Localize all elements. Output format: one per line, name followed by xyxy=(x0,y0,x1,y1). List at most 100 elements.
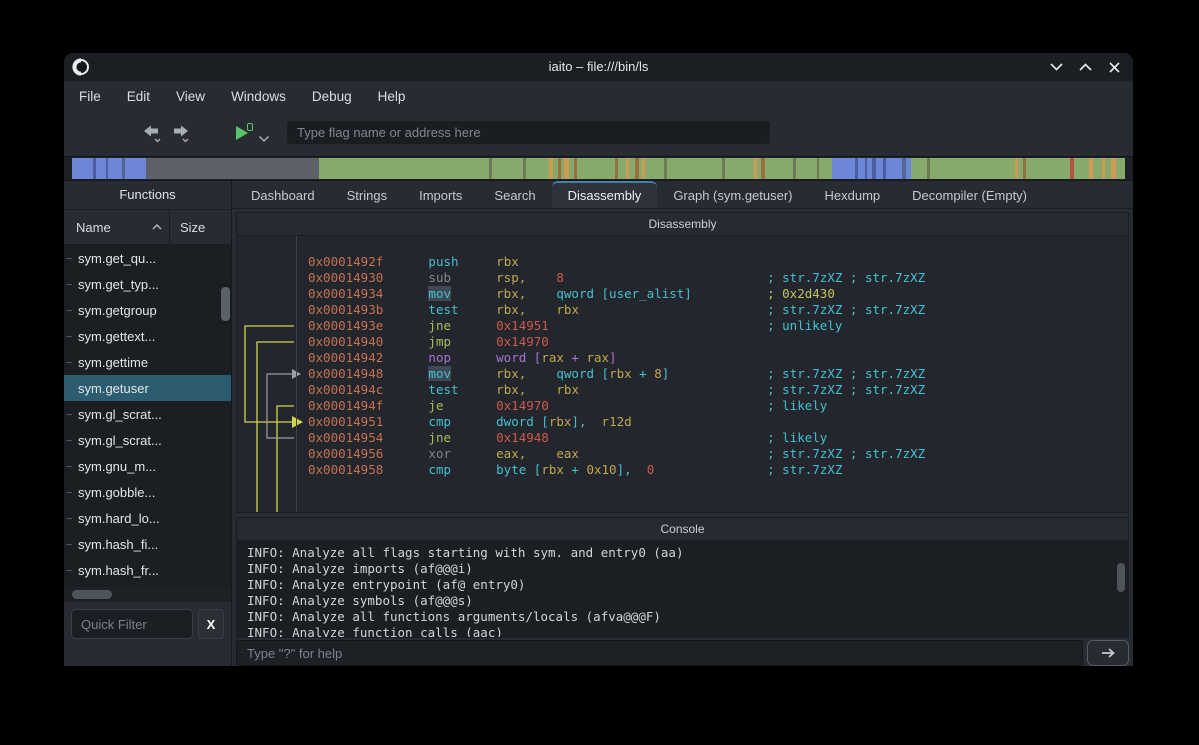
tab-imports[interactable]: Imports xyxy=(403,184,478,208)
disasm-row[interactable]: 0x0001494f je 0x14970 ; likely xyxy=(308,398,925,414)
memory-segment xyxy=(125,158,146,179)
memory-segment xyxy=(765,158,792,179)
function-label: sym.getgroup xyxy=(78,303,157,318)
disasm-row[interactable]: 0x0001493e jne 0x14951 ; unlikely xyxy=(308,318,925,334)
sort-ascending-icon xyxy=(152,224,162,230)
console-command-input[interactable] xyxy=(236,640,1083,666)
tab-graph-sym-getuser[interactable]: Graph (sym.getuser) xyxy=(657,184,808,208)
tab-disassembly[interactable]: Disassembly xyxy=(552,181,658,208)
disasm-row[interactable]: 0x00014930 sub rsp, 8 ; str.7zXZ ; str.7… xyxy=(308,270,925,286)
console-line: INFO: Analyze imports (af@@@i) xyxy=(247,561,1128,577)
disassembly-code: 0x0001492f push rbx0x00014930 sub rsp, 8… xyxy=(308,254,925,478)
function-label: sym.gobble... xyxy=(78,485,155,500)
quick-filter-input[interactable] xyxy=(71,609,193,639)
functions-column-header: Name Size xyxy=(64,210,231,245)
disasm-row[interactable]: 0x0001492f push rbx xyxy=(308,254,925,270)
memory-segment xyxy=(1093,158,1101,179)
scrollbar-thumb[interactable] xyxy=(72,590,112,599)
debug-start-button[interactable] xyxy=(234,124,254,142)
memory-segment xyxy=(667,158,722,179)
function-label: sym.gl_scrat... xyxy=(78,407,162,422)
jump-arrowhead xyxy=(292,416,303,428)
function-item-sym-hash-fi[interactable]: sym.hash_fi... xyxy=(64,531,231,557)
function-item-sym-gl-scrat[interactable]: sym.gl_scrat... xyxy=(64,401,231,427)
disassembly-dock-title: Disassembly xyxy=(648,217,716,231)
clear-filter-button[interactable]: X xyxy=(198,609,224,639)
debug-dropdown-button[interactable] xyxy=(258,130,270,148)
menu-item-file[interactable]: File xyxy=(66,85,114,108)
memory-segment xyxy=(526,158,549,179)
menu-item-view[interactable]: View xyxy=(163,85,218,108)
console-dock-title: Console xyxy=(660,522,704,536)
disasm-row[interactable]: 0x00014954 jne 0x14948 ; likely xyxy=(308,430,925,446)
function-item-sym-gl-scrat[interactable]: sym.gl_scrat... xyxy=(64,427,231,453)
console-output: INFO: Analyze all flags starting with sy… xyxy=(237,540,1128,637)
functions-panel: Functions Name Size sym.get_qu...sym.get… xyxy=(64,181,232,666)
arrow-right-icon xyxy=(1100,647,1116,659)
tab-search[interactable]: Search xyxy=(478,184,551,208)
tab-dashboard[interactable]: Dashboard xyxy=(235,184,331,208)
function-label: sym.getuser xyxy=(78,381,149,396)
memory-segment xyxy=(618,158,626,179)
title-bar[interactable]: iaito – file:///bin/ls xyxy=(64,53,1133,81)
column-header-name[interactable]: Name xyxy=(64,210,170,244)
disasm-row[interactable]: 0x0001493b test rbx, rbx ; str.7zXZ ; st… xyxy=(308,302,925,318)
function-item-sym-get-typ[interactable]: sym.get_typ... xyxy=(64,271,231,297)
minimize-button[interactable] xyxy=(1049,60,1063,74)
memory-segment xyxy=(1074,158,1090,179)
address-search-input[interactable] xyxy=(287,121,770,144)
disassembly-dock-header[interactable]: Disassembly xyxy=(237,213,1128,235)
functions-horizontal-scrollbar[interactable] xyxy=(64,587,231,602)
memory-segment xyxy=(319,158,490,179)
console-input-row xyxy=(236,640,1129,666)
memory-segment xyxy=(1026,158,1070,179)
disasm-row[interactable]: 0x00014958 cmp byte [rbx + 0x10], 0 ; st… xyxy=(308,462,925,478)
menu-item-edit[interactable]: Edit xyxy=(114,85,163,108)
tab-hexdump[interactable]: Hexdump xyxy=(809,184,897,208)
console-line: INFO: Analyze all functions arguments/lo… xyxy=(247,609,1128,625)
function-label: sym.gnu_m... xyxy=(78,459,156,474)
disasm-row[interactable]: 0x00014956 xor eax, eax ; str.7zXZ ; str… xyxy=(308,446,925,462)
console-dock-header[interactable]: Console xyxy=(237,518,1128,540)
execute-command-button[interactable] xyxy=(1087,640,1129,666)
disasm-row[interactable]: 0x00014940 jmp 0x14970 xyxy=(308,334,925,350)
function-item-sym-getuser[interactable]: sym.getuser xyxy=(64,375,231,401)
function-item-sym-gettime[interactable]: sym.gettime xyxy=(64,349,231,375)
function-item-sym-gnu-m[interactable]: sym.gnu_m... xyxy=(64,453,231,479)
menu-item-windows[interactable]: Windows xyxy=(218,85,299,108)
function-item-sym-get-qu[interactable]: sym.get_qu... xyxy=(64,245,231,271)
memory-segment xyxy=(886,158,902,179)
disassembly-view[interactable]: 0x0001492f push rbx0x00014930 sub rsp, 8… xyxy=(237,235,1128,512)
functions-panel-title: Functions xyxy=(64,181,231,210)
function-item-sym-hash-fr[interactable]: sym.hash_fr... xyxy=(64,557,231,583)
maximize-button[interactable] xyxy=(1078,60,1092,74)
memory-map-bar[interactable] xyxy=(72,158,1125,179)
back-button[interactable] xyxy=(142,124,164,144)
disasm-row[interactable]: 0x00014942 nop word [rax + rax] xyxy=(308,350,925,366)
function-item-sym-gobble[interactable]: sym.gobble... xyxy=(64,479,231,505)
memory-segment xyxy=(96,158,105,179)
disasm-row[interactable]: 0x00014948 mov rbx, qword [rbx + 8] ; st… xyxy=(308,366,925,382)
console-scrollbar-thumb[interactable] xyxy=(1117,563,1125,592)
forward-button[interactable] xyxy=(170,124,192,144)
jump-arrow-jmp-offscreen xyxy=(257,342,294,512)
column-header-size[interactable]: Size xyxy=(170,210,231,244)
console-line: INFO: Analyze symbols (af@@@s) xyxy=(247,593,1128,609)
memory-segment xyxy=(645,158,664,179)
close-button[interactable] xyxy=(1107,60,1121,74)
function-item-sym-getgroup[interactable]: sym.getgroup xyxy=(64,297,231,323)
function-label: sym.hash_fi... xyxy=(78,537,158,552)
tab-decompiler-empty[interactable]: Decompiler (Empty) xyxy=(896,184,1043,208)
memory-segment xyxy=(796,158,817,179)
tab-strings[interactable]: Strings xyxy=(331,184,403,208)
disasm-row[interactable]: 0x0001494c test rbx, rbx ; str.7zXZ ; st… xyxy=(308,382,925,398)
menu-item-help[interactable]: Help xyxy=(365,85,419,108)
toolbar xyxy=(64,111,1133,156)
disasm-row[interactable]: 0x00014934 mov rbx, qword [user_alist] ;… xyxy=(308,286,925,302)
disasm-row[interactable]: 0x00014951 cmp dword [rbx], r12d xyxy=(308,414,925,430)
functions-scrollbar-thumb[interactable] xyxy=(221,287,230,321)
console-line: INFO: Analyze all flags starting with sy… xyxy=(247,545,1128,561)
menu-item-debug[interactable]: Debug xyxy=(299,85,365,108)
function-item-sym-gettext[interactable]: sym.gettext... xyxy=(64,323,231,349)
function-item-sym-hard-lo[interactable]: sym.hard_lo... xyxy=(64,505,231,531)
